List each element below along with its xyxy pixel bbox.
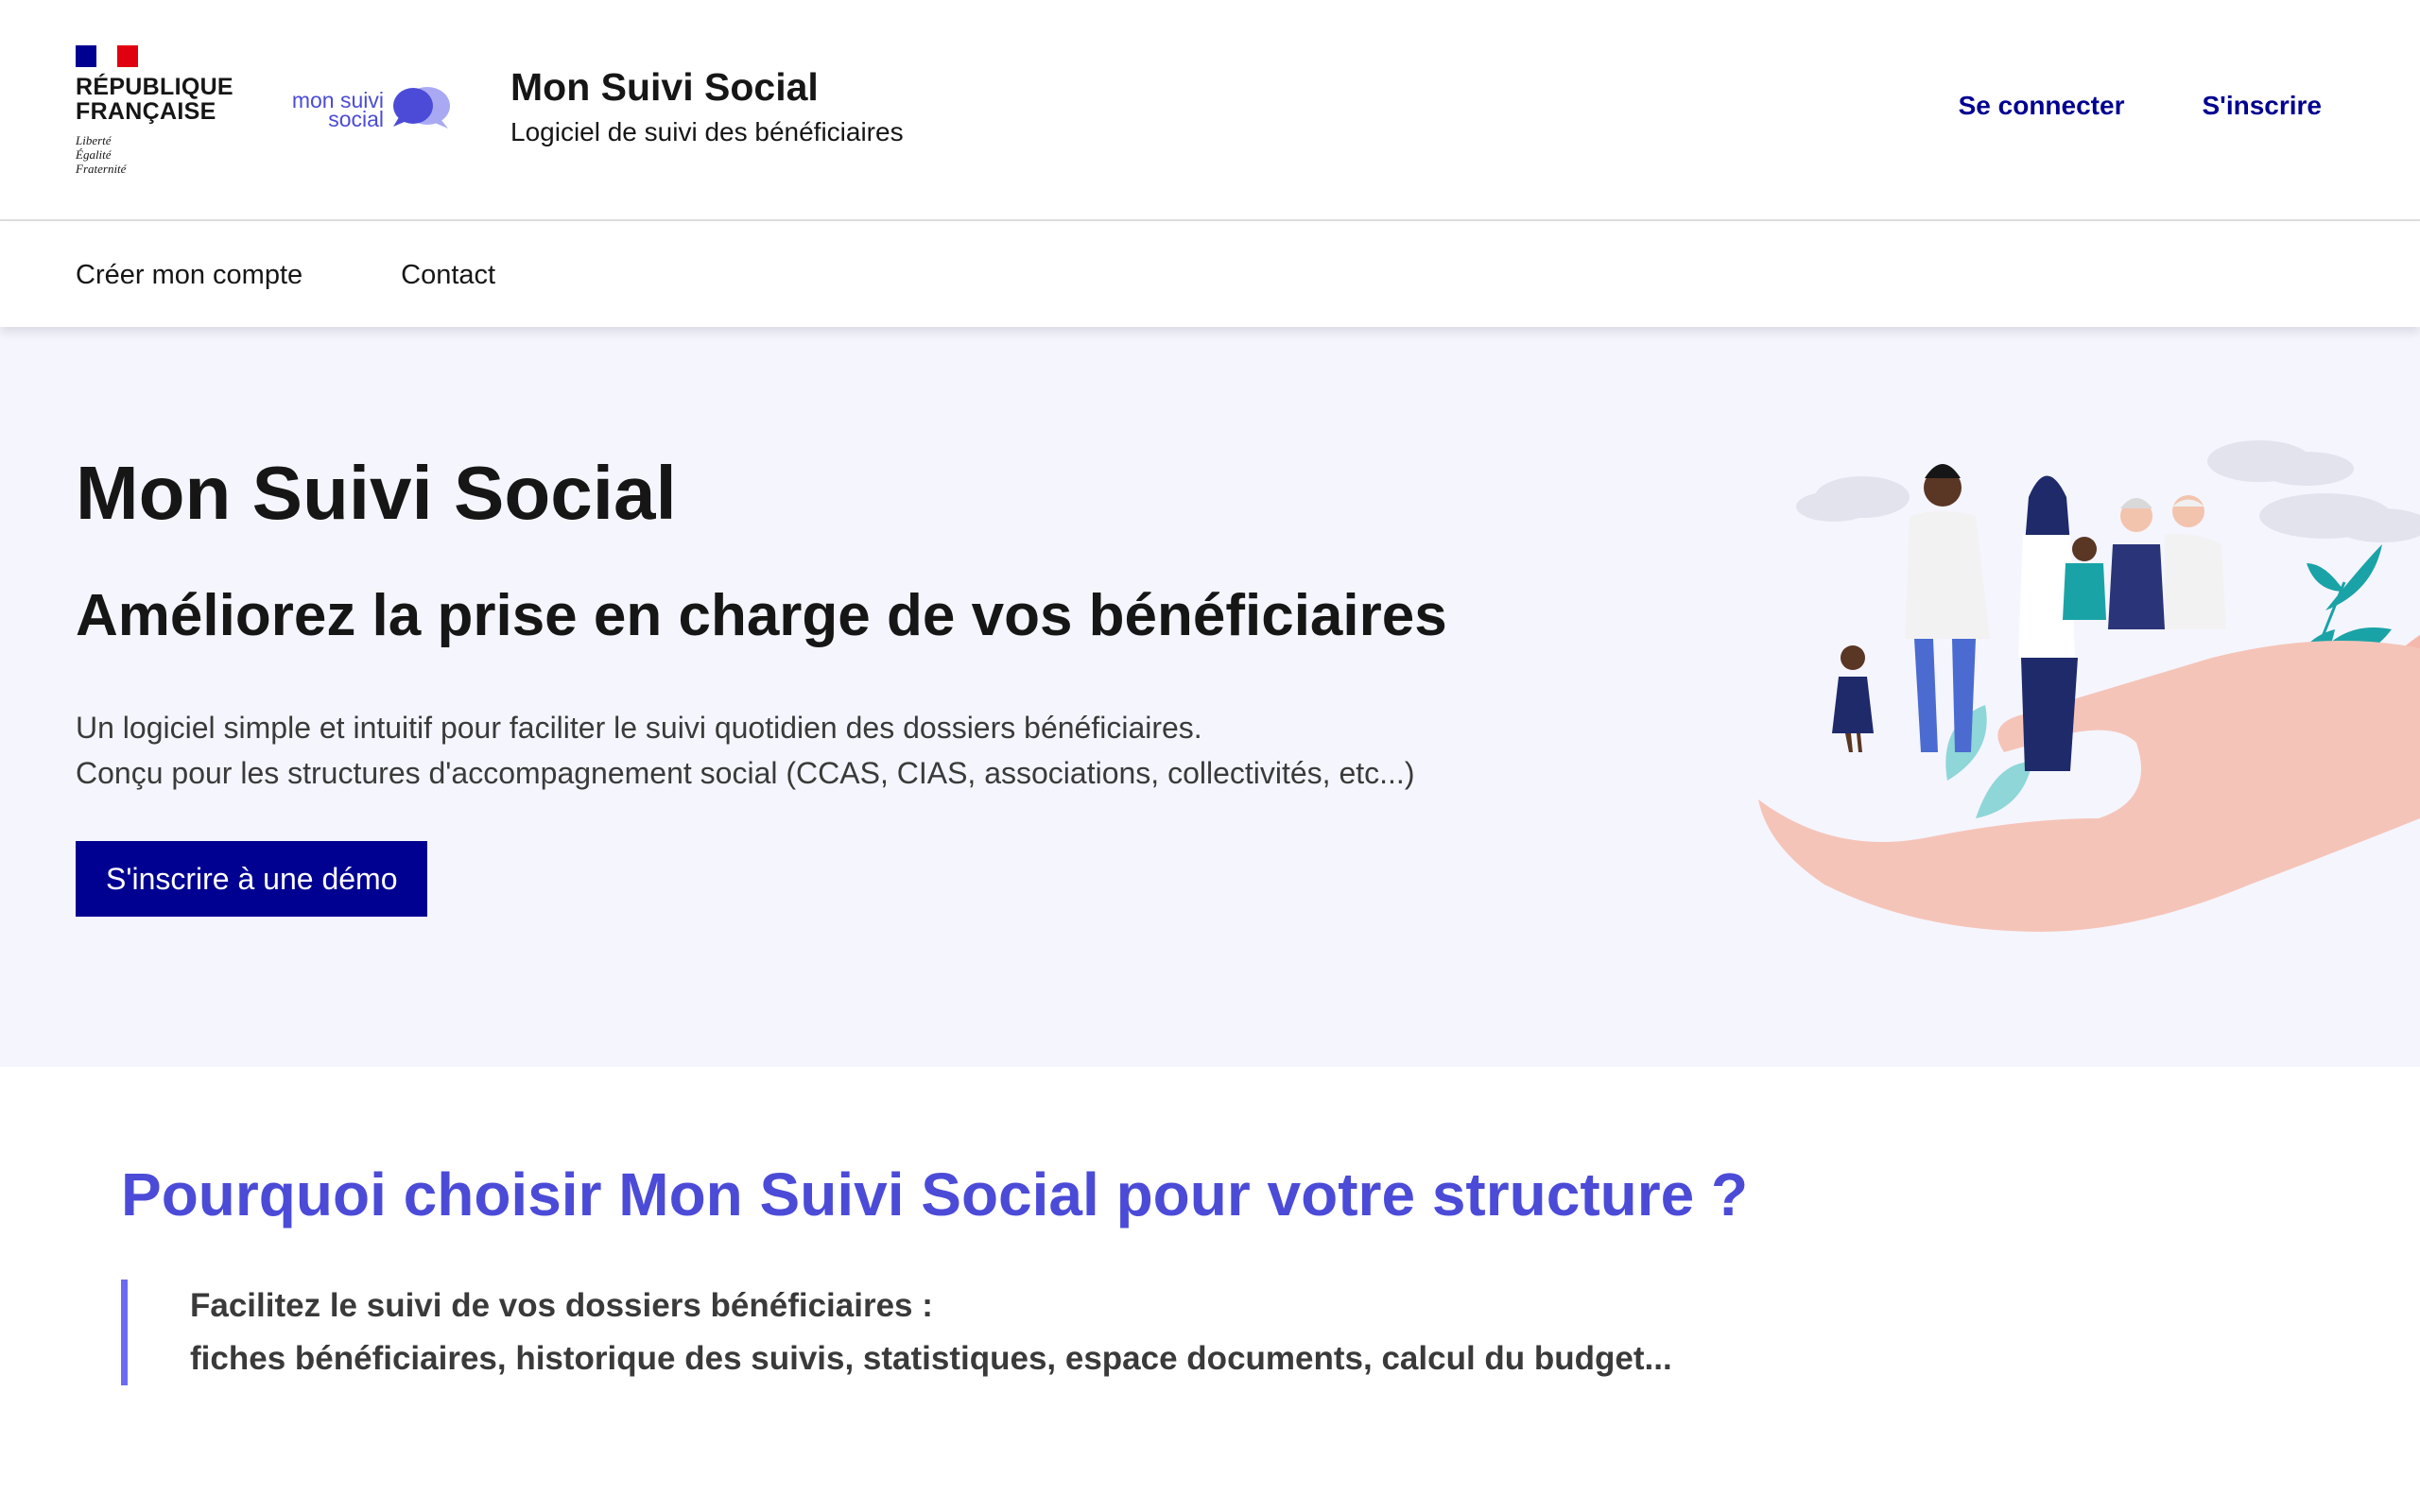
service-block: Mon Suivi Social Logiciel de suivi des b…	[510, 62, 904, 147]
motto-fraternite: Fraternité	[76, 162, 127, 176]
family-in-hand-illustration	[1758, 440, 2420, 932]
hero-description: Un logiciel simple et intuitif pour faci…	[76, 705, 1683, 796]
nav-item-create-account[interactable]: Créer mon compte	[76, 260, 302, 291]
motto-liberte: Liberté	[76, 133, 112, 147]
mon-suivi-social-logo[interactable]: mon suivi social	[282, 85, 452, 138]
signup-link[interactable]: S'inscrire	[2202, 91, 2322, 121]
why-section-title: Pourquoi choisir Mon Suivi Social pour v…	[121, 1160, 1749, 1228]
speech-bubble-icon	[393, 87, 450, 129]
feature-quote: Facilitez le suivi de vos dossiers bénéf…	[121, 1280, 1672, 1385]
main-navigation: Créer mon compte Contact	[0, 223, 2420, 327]
republic-name: RÉPUBLIQUE FRANÇAISE	[76, 74, 233, 125]
service-tagline: Logiciel de suivi des bénéficiaires	[510, 117, 904, 146]
quote-line-2: fiches bénéficiaires, historique des sui…	[190, 1340, 1672, 1377]
nav-item-contact[interactable]: Contact	[401, 260, 495, 291]
motto-egalite: Égalité	[76, 147, 112, 162]
republique-francaise-logo[interactable]: RÉPUBLIQUE FRANÇAISE Liberté Égalité Fra…	[76, 45, 233, 176]
header-tools: Se connecter S'inscrire	[1959, 91, 2322, 121]
hero-section: Mon Suivi Social Améliorez la prise en c…	[0, 327, 2420, 1067]
logo-wordmark: mon suivi social	[292, 90, 384, 131]
hero-description-line-1: Un logiciel simple et intuitif pour faci…	[76, 711, 1202, 745]
logo-line-2: social	[328, 107, 384, 131]
demo-signup-button[interactable]: S'inscrire à une démo	[76, 841, 428, 917]
republic-motto: Liberté Égalité Fraternité	[76, 133, 227, 176]
service-title[interactable]: Mon Suivi Social	[510, 62, 904, 112]
republic-line-2: FRANÇAISE	[76, 98, 216, 125]
quote-line-1: Facilitez le suivi de vos dossiers bénéf…	[190, 1287, 933, 1324]
hero-description-line-2: Conçu pour les structures d'accompagneme…	[76, 756, 1415, 790]
login-link[interactable]: Se connecter	[1959, 91, 2125, 121]
hero-title: Mon Suivi Social	[76, 451, 677, 535]
site-header: RÉPUBLIQUE FRANÇAISE Liberté Égalité Fra…	[0, 0, 2420, 221]
hero-subtitle: Améliorez la prise en charge de vos béné…	[76, 583, 1447, 648]
marianne-flag-icon	[76, 45, 138, 67]
republic-line-1: RÉPUBLIQUE	[76, 74, 233, 100]
